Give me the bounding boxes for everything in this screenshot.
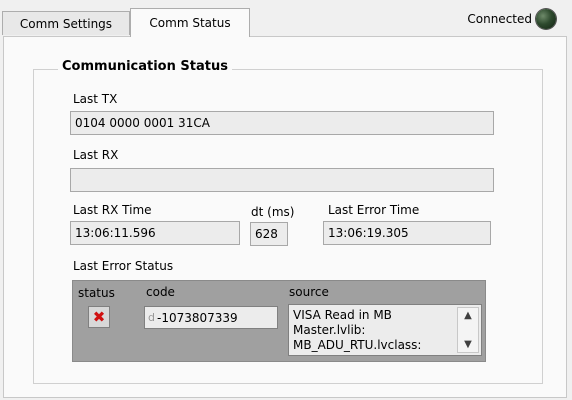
dt-field: 628 [250, 222, 288, 246]
last-rx-time-value: 13:06:11.596 [75, 226, 156, 240]
tab-comm-settings[interactable]: Comm Settings [2, 11, 130, 35]
scroll-up-icon[interactable]: ▲ [458, 310, 478, 321]
tab-comm-settings-label: Comm Settings [19, 16, 113, 31]
tab-bar: Comm Settings Comm Status Connected [0, 0, 572, 37]
last-tx-label: Last TX [73, 92, 118, 106]
last-error-time-label: Last Error Time [328, 203, 420, 217]
status-label: status [78, 286, 115, 300]
last-rx-label: Last RX [73, 148, 119, 162]
last-rx-time-label: Last RX Time [73, 203, 152, 217]
error-status-indicator[interactable]: ✖ [88, 306, 110, 328]
scroll-down-icon[interactable]: ▼ [458, 339, 478, 350]
error-code-field[interactable]: d -1073807339 [144, 306, 278, 329]
last-error-status-label: Last Error Status [73, 259, 174, 273]
last-tx-field: 0104 0000 0001 31CA [70, 111, 494, 135]
x-error-icon: ✖ [92, 307, 106, 326]
last-error-time-field: 13:06:19.305 [323, 221, 491, 245]
status-led-icon [536, 9, 556, 29]
source-scrollbar[interactable]: ▲ ▼ [457, 307, 479, 353]
last-tx-value: 0104 0000 0001 31CA [75, 116, 210, 130]
dt-value: 628 [255, 227, 278, 241]
tab-comm-status-label: Comm Status [149, 16, 231, 30]
group-title: Communication Status [58, 59, 232, 74]
tab-comm-status[interactable]: Comm Status [130, 8, 250, 37]
error-code-value: -1073807339 [156, 310, 238, 325]
code-label: code [146, 285, 175, 299]
radix-indicator: d [148, 311, 155, 324]
connected-label: Connected [467, 12, 532, 26]
dt-label: dt (ms) [251, 205, 295, 219]
last-rx-time-field: 13:06:11.596 [70, 221, 240, 245]
source-label: source [289, 285, 329, 299]
last-error-time-value: 13:06:19.305 [328, 226, 409, 240]
error-source-field[interactable]: VISA Read in MB Master.lvlib: MB_ADU_RTU… [288, 304, 482, 356]
last-rx-field [70, 168, 494, 192]
error-source-value: VISA Read in MB Master.lvlib: MB_ADU_RTU… [293, 308, 422, 352]
